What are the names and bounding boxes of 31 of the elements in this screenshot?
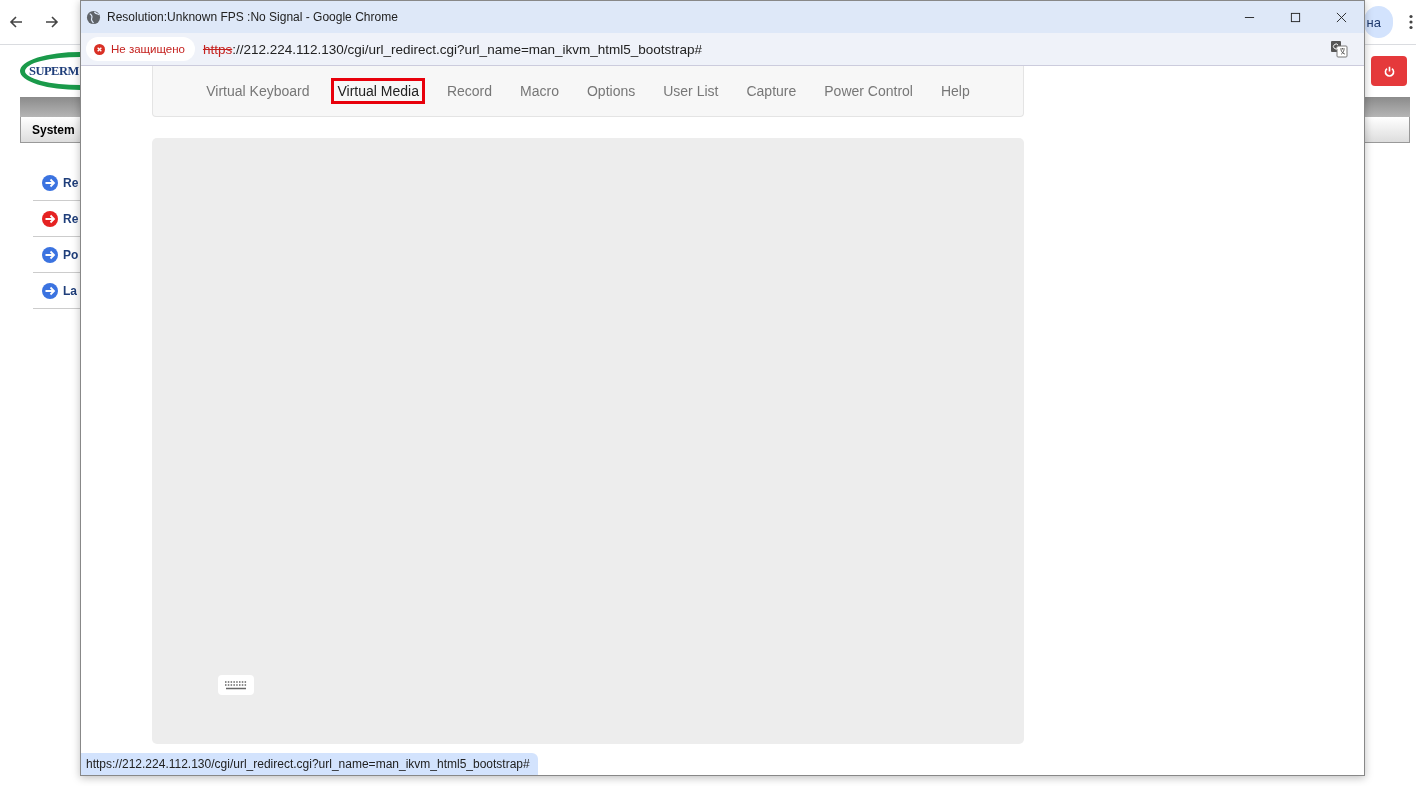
- menu-tab[interactable]: User List: [657, 78, 725, 104]
- security-badge[interactable]: Не защищено: [86, 37, 195, 61]
- warning-icon: [94, 43, 105, 55]
- window-title: Resolution:Unknown FPS :No Signal - Google Chrome: [107, 10, 398, 24]
- menu-tab[interactable]: Record: [440, 78, 499, 104]
- profile-button[interactable]: на: [1363, 6, 1393, 38]
- translate-icon[interactable]: [1330, 40, 1348, 58]
- menu-link[interactable]: Re: [63, 175, 79, 190]
- section-tab[interactable]: System: [21, 122, 75, 137]
- menu-link[interactable]: Po: [63, 247, 79, 262]
- keyboard-icon[interactable]: [218, 675, 254, 695]
- security-label: Не защищено: [111, 43, 185, 55]
- status-url: https://212.224.112.130/cgi/url_redirect.cgi?url_name=man_ikvm_html5_bootstrap#: [81, 753, 538, 775]
- menu-tab[interactable]: Capture: [740, 78, 803, 104]
- menu-tab[interactable]: Macro: [514, 78, 565, 104]
- menu-tab[interactable]: Help: [934, 78, 976, 104]
- power-icon: [1382, 64, 1396, 78]
- menu-icon[interactable]: [1409, 14, 1413, 30]
- menu-tab[interactable]: Power Control: [818, 78, 919, 104]
- power-button[interactable]: [1371, 56, 1407, 86]
- menu-tab[interactable]: Virtual Keyboard: [200, 78, 316, 104]
- menu-link[interactable]: Re: [63, 211, 79, 226]
- maximize-icon[interactable]: [1290, 11, 1301, 23]
- address-field[interactable]: https://212.224.112.130/cgi/url_redirect.cgi?url_name=man_ikvm_html5_bootstrap#: [202, 41, 703, 57]
- menu-tab[interactable]: Virtual Media: [331, 78, 425, 104]
- forward-icon[interactable]: [44, 14, 60, 30]
- globe-icon: [86, 9, 101, 25]
- back-icon[interactable]: [8, 14, 24, 30]
- menu-link[interactable]: La: [63, 283, 77, 298]
- close-icon[interactable]: [1336, 11, 1347, 23]
- menu-tab[interactable]: Options: [580, 78, 642, 104]
